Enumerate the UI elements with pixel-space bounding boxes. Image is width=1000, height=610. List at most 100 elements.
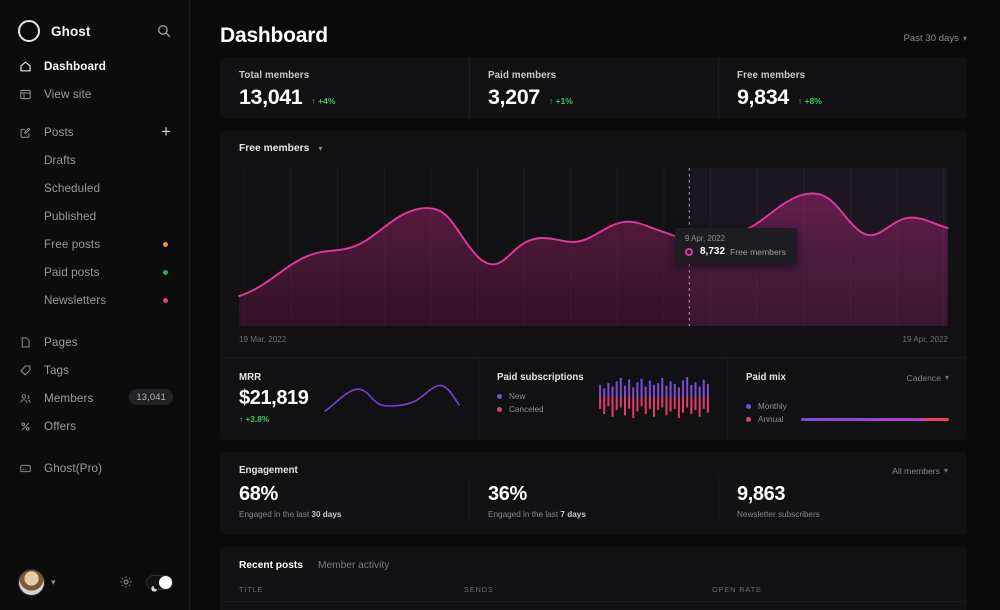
legend-label: Canceled [509, 405, 544, 414]
mrr-value: $21,819 [239, 387, 309, 410]
sidebar-footer: ▾ [0, 554, 189, 610]
avatar[interactable] [18, 569, 45, 596]
nav-spacer [0, 310, 189, 332]
dark-mode-toggle[interactable] [146, 575, 173, 590]
nav-spacer [0, 104, 189, 122]
stat-label: Free members [737, 70, 967, 81]
area-chart[interactable]: 9 Apr, 2022 8,732 Free members [220, 168, 967, 326]
chart-title: Free members [239, 143, 309, 154]
stat-free-members: Free members 9,834 ↑ +8% [718, 57, 967, 119]
chart-start-date: 19 Mar, 2022 [239, 335, 286, 344]
all-members-select[interactable]: All members ▾ [892, 466, 948, 476]
tooltip-value: 8,732 [700, 246, 725, 257]
chart-axis-labels: 19 Mar, 2022 19 Apr, 2022 [220, 326, 967, 357]
sidebar-item-label: Posts [44, 126, 74, 139]
toggle-knob [159, 576, 172, 589]
sidebar-item-tags[interactable]: Tags [0, 360, 189, 380]
chart-header: Free members ▾ [220, 143, 967, 154]
sidebar-item-offers[interactable]: Offers [0, 416, 189, 436]
sidebar-item-free-posts[interactable]: Free posts [0, 234, 189, 254]
sidebar-item-pages[interactable]: Pages [0, 332, 189, 352]
sidebar-item-published[interactable]: Published [0, 206, 189, 226]
chevron-down-icon[interactable]: ▾ [318, 144, 322, 153]
page-icon [18, 335, 33, 350]
sidebar-item-dashboard[interactable]: Dashboard [0, 56, 189, 76]
chevron-down-icon: ▾ [944, 466, 948, 475]
sidebar-item-paid-posts[interactable]: Paid posts [0, 262, 189, 282]
gear-icon[interactable] [119, 575, 133, 589]
column-header-sends: SENDS [464, 585, 712, 594]
members-icon [18, 391, 33, 406]
stat-value: 9,834 [737, 85, 789, 110]
posts-tabs: Recent posts Member activity [220, 560, 967, 571]
status-dot-paid [163, 270, 168, 275]
date-range-select[interactable]: Past 30 days ▾ [904, 33, 967, 48]
new-post-button[interactable]: + [161, 124, 171, 139]
subscriptions-bar-chart [584, 372, 727, 424]
legend-dot-canceled [497, 407, 502, 412]
chevron-down-icon[interactable]: ▾ [51, 577, 56, 588]
table-row[interactable]: Subscription business metrics explained … [220, 602, 967, 610]
sidebar-nav: Dashboard View site Posts [0, 56, 189, 478]
tag-icon [18, 363, 33, 378]
area-chart-svg [220, 168, 967, 326]
stat-value: 3,207 [488, 85, 540, 110]
paid-mix-legend: Monthly Annual [746, 398, 787, 424]
sidebar-item-scheduled[interactable]: Scheduled [0, 178, 189, 198]
edit-icon [18, 125, 33, 140]
sidebar-item-label: Members [44, 392, 93, 405]
posts-table-header: TITLE SENDS OPEN RATE [220, 571, 967, 602]
brand-name: Ghost [51, 24, 155, 39]
engagement-7-days: 36% Engaged in the last 7 days [469, 483, 718, 519]
brand-bar: Ghost [0, 0, 189, 46]
engagement-newsletter-subscribers: 9,863 Newsletter subscribers [718, 483, 967, 519]
mrr-sparkline [309, 372, 479, 424]
sidebar-item-posts[interactable]: Posts + [0, 122, 189, 142]
recent-posts-card: Recent posts Member activity TITLE SENDS… [220, 547, 967, 610]
sidebar-item-label: Pages [44, 336, 78, 349]
sidebar-item-label: Newsletters [44, 294, 106, 307]
chart-tooltip: 9 Apr, 2022 8,732 Free members [675, 228, 797, 264]
sidebar-item-newsletters[interactable]: Newsletters [0, 290, 189, 310]
tab-recent-posts[interactable]: Recent posts [239, 560, 303, 571]
engagement-card: Engagement All members ▾ 68% Engaged in … [220, 452, 967, 535]
sidebar-item-drafts[interactable]: Drafts [0, 150, 189, 170]
paid-mix-bar [801, 418, 949, 421]
free-members-chart-card: Free members ▾ [220, 131, 967, 440]
engagement-value: 68% [239, 483, 469, 506]
stat-total-members: Total members 13,041 ↑ +4% [220, 57, 469, 119]
ghost-logo-icon [18, 20, 40, 42]
status-dot-newsletters [163, 298, 168, 303]
nav-spacer [0, 436, 189, 458]
search-icon[interactable] [155, 22, 173, 40]
legend-label: New [509, 392, 525, 401]
stat-label: Total members [239, 70, 469, 81]
paid-mix-title: Paid mix [746, 372, 907, 383]
sidebar-item-label: Free posts [44, 238, 100, 251]
engagement-value: 36% [488, 483, 718, 506]
mrr-title: MRR [239, 372, 309, 383]
chevron-down-icon: ▾ [945, 373, 949, 382]
mini-metrics-row: MRR $21,819 ↑ +3.8% Paid subscriptions [220, 357, 967, 440]
engagement-30-days: 68% Engaged in the last 30 days [220, 483, 469, 519]
cadence-select[interactable]: Cadence ▾ [907, 373, 949, 383]
engagement-header: Engagement All members ▾ [220, 452, 967, 476]
tab-member-activity[interactable]: Member activity [318, 560, 389, 571]
engagement-sub: Engaged in the last 7 days [488, 510, 718, 519]
sidebar-item-view-site[interactable]: View site [0, 84, 189, 104]
column-header-open-rate: OPEN RATE [712, 585, 948, 594]
paid-mix-monthly-segment [801, 418, 923, 421]
sidebar-item-ghost-pro[interactable]: Ghost(Pro) [0, 458, 189, 478]
legend-label: Monthly [758, 402, 787, 411]
main-content: Dashboard Past 30 days ▾ Total members 1… [190, 0, 1000, 610]
stat-delta: ↑ +1% [549, 96, 573, 106]
subscriptions-legend: New Canceled [497, 392, 584, 414]
tooltip-marker-icon [685, 248, 693, 256]
sidebar-item-label: Offers [44, 420, 76, 433]
mrr-delta: ↑ +3.8% [239, 414, 309, 424]
sidebar-item-members[interactable]: Members 13,041 [0, 388, 189, 408]
chevron-down-icon: ▾ [963, 34, 967, 43]
sidebar: Ghost Dashboard [0, 0, 190, 610]
tooltip-series: Free members [730, 247, 786, 257]
subscriptions-title: Paid subscriptions [497, 372, 584, 383]
